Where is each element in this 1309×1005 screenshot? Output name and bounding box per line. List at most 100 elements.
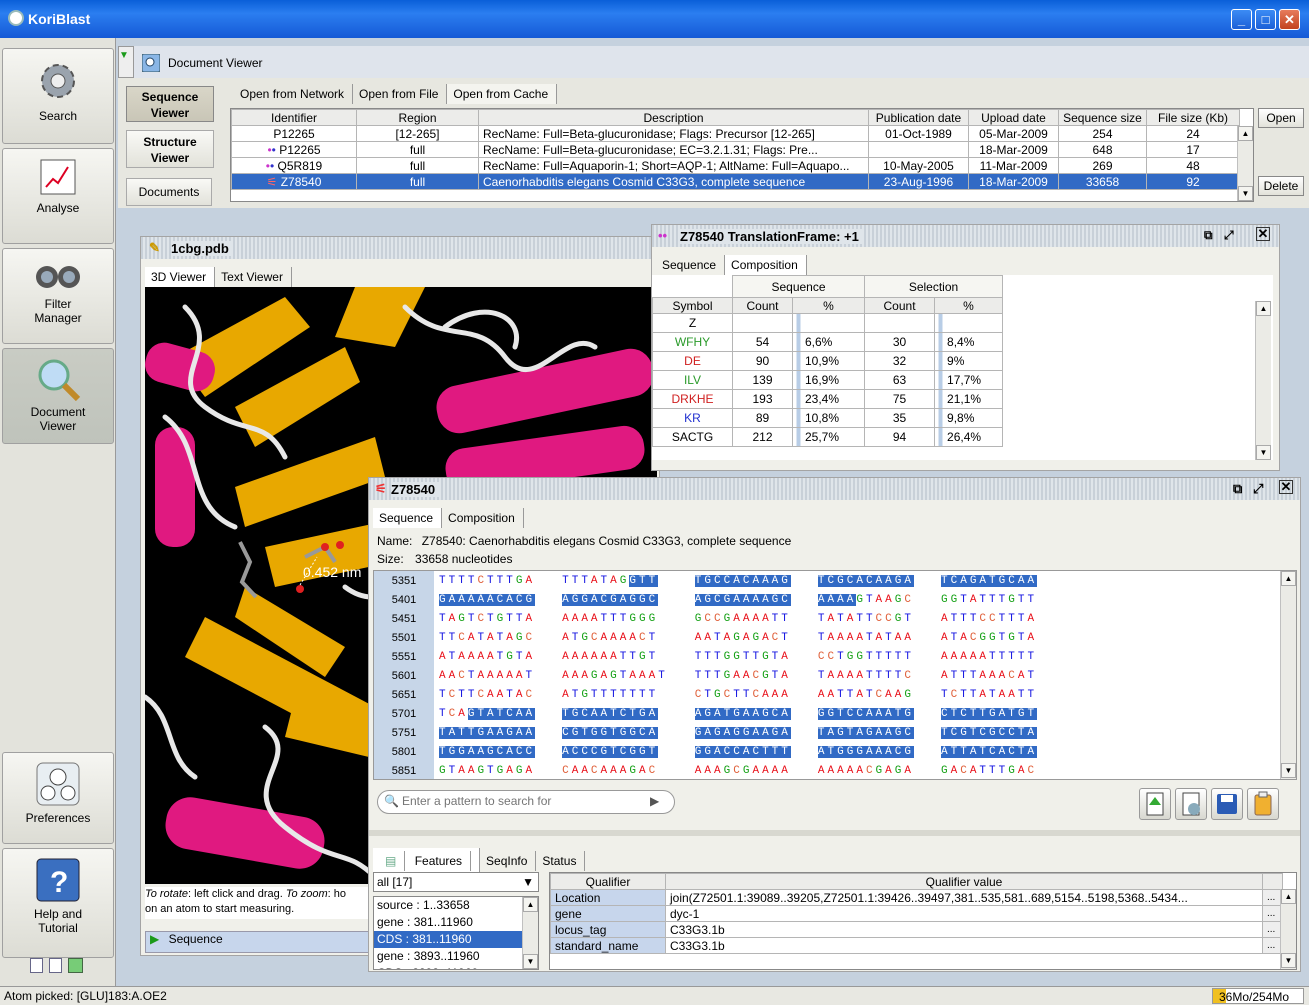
sequence-block[interactable]: GGTATTTGTT (936, 590, 1059, 609)
sequence-block[interactable]: CGTGGTGGCA (557, 723, 690, 742)
sequence-block[interactable]: TCAGATGCAA (936, 571, 1059, 590)
sequence-block[interactable]: CTCTTGATGT (936, 704, 1059, 723)
table-row[interactable]: •• Q5R819 full RecName: Full=Aquaporin-1; … (231, 157, 1240, 174)
sequence-block[interactable]: GGACCACTTT (690, 742, 813, 761)
composition-scrollbar[interactable]: ▲ ▼ (1255, 301, 1271, 460)
sidebar-item-document-viewer[interactable]: Document Viewer (2, 348, 114, 444)
sequence-row[interactable]: 5351 TTTTCTTTGA TTTATAGGTT TGCCACAAAG TCGCAC… (374, 571, 1059, 590)
feature-list-item[interactable]: gene : 3893..11960 (374, 948, 522, 965)
mode-structure-viewer[interactable]: Structure Viewer (126, 130, 214, 168)
sequence-row[interactable]: 5701 TCAGTATCAA TGCAATCTGA AGATGAAGCA GGTCCA… (374, 704, 1059, 723)
sequence-row[interactable]: 5551 ATAAAATGTA AAAAAATTGT TTTGGTTGTA CCTGGT… (374, 647, 1059, 666)
composition-row[interactable]: DRKHE 193 23,4% 75 21,1% (652, 389, 1004, 409)
col-publication-date[interactable]: Publication date (868, 109, 969, 126)
sequence-block[interactable]: TCGTCGCCTA (936, 723, 1059, 742)
restore-icon[interactable]: ⧉ (1233, 481, 1242, 497)
sequence-block[interactable]: ACCCGTCGGT (557, 742, 690, 761)
sequence-block[interactable]: TATTGAAGAA (434, 723, 557, 742)
sequence-block[interactable]: TCAGTATCAA (434, 704, 557, 723)
collapse-toggle[interactable]: ▼ (118, 46, 134, 78)
sequence-block[interactable]: ATGCAAAACT (557, 628, 690, 647)
qualifier-value[interactable]: join(Z72501.1:39089..39205,Z72501.1:3942… (665, 889, 1263, 906)
sequence-block[interactable]: ATAAAATGTA (434, 647, 557, 666)
sequence-row[interactable]: 5601 AACTAAAAAT AAAGAGTAAAT TTTGAACGTA TAAAA… (374, 666, 1059, 685)
export-icon[interactable] (68, 958, 83, 973)
close-button[interactable]: ✕ (1279, 9, 1300, 30)
table-row[interactable]: •• P12265 full RecName: Full=Beta-glucuron… (231, 141, 1240, 158)
composition-row[interactable]: KR 89 10,8% 35 9,8% (652, 408, 1004, 428)
col-upload-date[interactable]: Upload date (968, 109, 1059, 126)
sequence-row[interactable]: 5801 TGGAAGCACC ACCCGTCGGT GGACCACTTT ATGGGA… (374, 742, 1059, 761)
feature-list-item[interactable]: CDS : 381..11960 (374, 931, 522, 948)
maximize-icon[interactable]: ⤢ (1224, 228, 1234, 243)
tab-features[interactable]: ▤ Features (373, 848, 481, 874)
save-button[interactable] (1211, 788, 1243, 820)
document-icon[interactable] (30, 958, 43, 973)
translation-title-bar[interactable]: •• Z78540 TranslationFrame: +1 ⧉ ⤢ ✕ (652, 225, 1279, 247)
sequence-block[interactable]: AAAAGTAAGC (813, 590, 936, 609)
documents-button[interactable]: Documents (126, 178, 212, 206)
sequence-block[interactable]: TGGAAGCACC (434, 742, 557, 761)
sequence-block[interactable]: GGTCCAAATG (813, 704, 936, 723)
qualifier-row[interactable]: gene dyc-1... (550, 905, 1283, 922)
upload-button[interactable] (1139, 788, 1171, 820)
feature-list-item[interactable]: gene : 381..11960 (374, 914, 522, 931)
tab-sequence[interactable]: Sequence (373, 508, 443, 528)
tab-open-from-file[interactable]: Open from File (353, 84, 448, 104)
table-scrollbar[interactable]: ▲ ▼ (1237, 126, 1253, 201)
sequence-block[interactable]: TGCCACAAAG (690, 571, 813, 590)
sequence-row[interactable]: 5751 TATTGAAGAA CGTGGTGGCA GAGAGGAAGA TAGTAG… (374, 723, 1059, 742)
composition-row[interactable]: WFHY 54 6,6% 30 8,4% (652, 332, 1004, 352)
sequence-block[interactable]: TAGTAGAAGC (813, 723, 936, 742)
splitter[interactable] (369, 830, 1300, 836)
qualifier-value[interactable]: C33G3.1b (665, 921, 1263, 938)
sequence-block[interactable]: AAAAACGAGA (813, 761, 936, 779)
sequence-row[interactable]: 5851 GTAAGTGAGA CAACAAAGAC AAAGCGAAAA AAAAAC… (374, 761, 1059, 779)
sequence-block[interactable]: ATGGGAAACG (813, 742, 936, 761)
qualifier-scrollbar[interactable]: ▲ ▼ (1280, 889, 1296, 969)
sequence-block[interactable]: GTAAGTGAGA (434, 761, 557, 779)
col-sel-percent[interactable]: % (934, 297, 1004, 314)
sequence-block[interactable]: TAAAATTTTC (813, 666, 936, 685)
sidebar-item-preferences[interactable]: Preferences (2, 752, 114, 844)
col-file-size[interactable]: File size (Kb) (1146, 109, 1240, 126)
sequence-block[interactable]: GAGAGGAAGA (690, 723, 813, 742)
tab-open-from-network[interactable]: Open from Network (234, 84, 354, 104)
sequence-block[interactable]: TGCAATCTGA (557, 704, 690, 723)
sequence-block[interactable]: AGATGAAGCA (690, 704, 813, 723)
chevron-down-icon[interactable]: ▼ (522, 875, 534, 889)
open-button[interactable]: Open (1258, 108, 1304, 128)
sequence-block[interactable]: TCTTCAATAC (434, 685, 557, 704)
close-icon[interactable]: ✕ (1256, 227, 1270, 241)
sequence-block[interactable]: ATTTAAACAT (936, 666, 1059, 685)
clipboard-button[interactable] (1247, 788, 1279, 820)
sidebar-item-analyse[interactable]: Analyse (2, 148, 114, 244)
sequence-block[interactable]: AATTATCAAG (813, 685, 936, 704)
delete-button[interactable]: Delete (1258, 176, 1304, 196)
col-region[interactable]: Region (356, 109, 479, 126)
sidebar-item-help[interactable]: ? Help and Tutorial (2, 848, 114, 958)
page-icon[interactable] (49, 958, 62, 973)
tab-composition[interactable]: Composition (442, 508, 524, 528)
pattern-search-input[interactable] (402, 794, 642, 808)
feature-filter-select[interactable]: all [17] ▼ (373, 872, 539, 892)
table-row-selected[interactable]: ⚟ Z78540 full Caenorhabditis elegans Cosmi… (231, 173, 1240, 190)
sequence-row[interactable]: 5451 TAGTCTGTTA AAAATTTGGG GCCGAAAATT TATATT… (374, 609, 1059, 628)
sequence-row[interactable]: 5651 TCTTCAATAC ATGTTTTTTT CTGCTTCAAA AATTAT… (374, 685, 1059, 704)
composition-row[interactable]: DE 90 10,9% 32 9% (652, 351, 1004, 371)
tab-status[interactable]: Status (536, 851, 586, 871)
tab-3d-viewer[interactable]: 3D Viewer (145, 267, 216, 287)
sequence-block[interactable]: ATTATCACTA (936, 742, 1059, 761)
sequence-block[interactable]: TTCATATAGC (434, 628, 557, 647)
sequence-row[interactable]: 5401 GAAAAACACG AGGACGAGGC AGCGAAAAGC AAAAGT… (374, 590, 1059, 609)
sequence-block[interactable]: GACATTTGAC (936, 761, 1059, 779)
sequence-block[interactable]: CTGCTTCAAA (690, 685, 813, 704)
maximize-button[interactable]: □ (1255, 9, 1276, 30)
sequence-row[interactable]: 5501 TTCATATAGC ATGCAAAACT AATAGAGACT TAAAAT… (374, 628, 1059, 647)
col-sel-count[interactable]: Count (864, 297, 936, 314)
sequence-title-bar[interactable]: ⚟ Z78540 ⧉ ⤢ ✕ (369, 478, 1300, 500)
sequence-block[interactable]: TATATTCCGT (813, 609, 936, 628)
sequence-block[interactable]: AATAGAGACT (690, 628, 813, 647)
col-qualifier-value[interactable]: Qualifier value (665, 873, 1263, 890)
feature-list-item[interactable]: CDS : 3893..11960 (374, 965, 522, 969)
